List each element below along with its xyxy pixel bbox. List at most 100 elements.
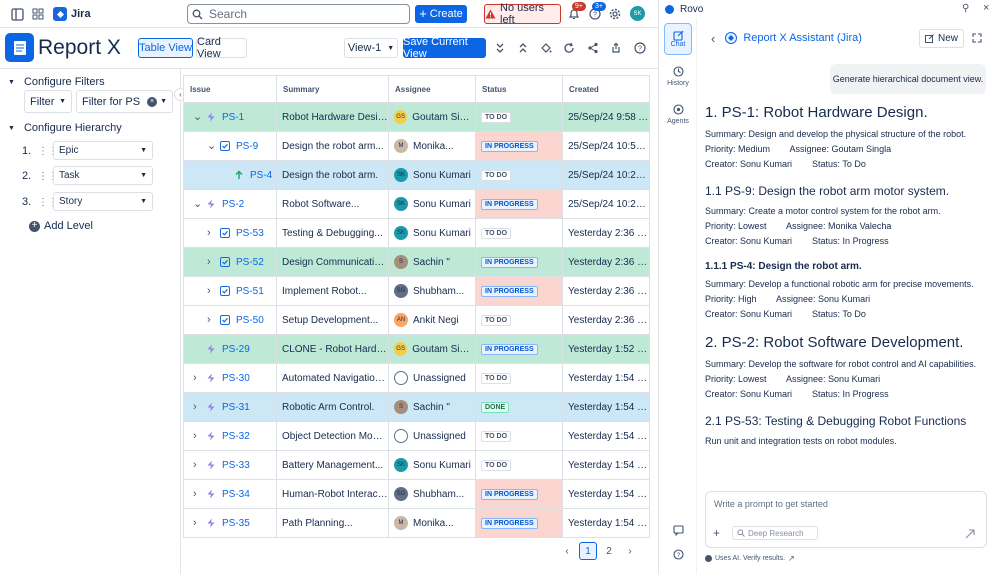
drag-handle-icon[interactable]: ⋮⋮ [38, 197, 58, 208]
summary-cell[interactable]: Design Communication... [276, 247, 389, 277]
help-question-icon[interactable]: ? [664, 549, 692, 560]
table-row[interactable]: › PS-50 Setup Development... AN Ankit Negi TO… [183, 305, 650, 335]
issue-key-link[interactable]: PS-9 [236, 141, 258, 152]
issue-key-link[interactable]: PS-51 [236, 286, 264, 297]
summary-cell[interactable]: CLONE - Robot Hardwar... [276, 334, 389, 364]
issue-key-link[interactable]: PS-29 [222, 344, 250, 355]
status-cell[interactable]: TO DO [475, 450, 563, 480]
issue-key-link[interactable]: PS-50 [236, 315, 264, 326]
chevron-right-icon[interactable]: › [207, 286, 217, 297]
assistant-name[interactable]: Report X Assistant (Jira) [743, 32, 862, 44]
table-row[interactable]: › PS-32 Object Detection Module Unassigned T… [183, 421, 650, 451]
prev-page-icon[interactable]: ‹ [558, 542, 576, 560]
summary-cell[interactable]: Robot Hardware Design. [276, 102, 389, 132]
summary-cell[interactable]: Robot Software... [276, 189, 389, 219]
summary-cell[interactable]: Setup Development... [276, 305, 389, 335]
share-icon[interactable] [585, 40, 601, 56]
create-button[interactable]: + Create [415, 5, 467, 23]
issue-key-link[interactable]: PS-33 [222, 460, 250, 471]
configure-filters-toggle[interactable]: ▼ Configure Filters [8, 76, 105, 88]
table-row[interactable]: › PS-52 Design Communication... S Sachin " IN… [183, 247, 650, 277]
drag-handle-icon[interactable]: ⋮⋮ [38, 146, 58, 157]
issue-key-link[interactable]: PS-53 [236, 228, 264, 239]
status-cell[interactable]: TO DO [475, 363, 563, 393]
assignee-cell[interactable]: SK Sonu Kumari [388, 218, 476, 248]
paint-bucket-icon[interactable] [538, 40, 554, 56]
table-row[interactable]: › PS-34 Human-Robot Interaction SG Shubham..… [183, 479, 650, 509]
issue-key-link[interactable]: PS-4 [250, 170, 272, 181]
export-icon[interactable] [608, 40, 624, 56]
help-circle-icon[interactable]: ? [632, 40, 648, 56]
user-avatar[interactable]: SK [630, 6, 645, 21]
search-box[interactable] [187, 4, 410, 24]
assignee-cell[interactable]: M Monika... [388, 508, 476, 538]
collapse-all-icon[interactable] [492, 40, 508, 56]
level-1-select[interactable]: Epic ▼ [53, 141, 153, 160]
assignee-cell[interactable]: S Sachin " [388, 392, 476, 422]
table-row[interactable]: › PS-53 Testing & Debugging... SK Sonu Kumar… [183, 218, 650, 248]
page-1-button[interactable]: 1 [579, 542, 597, 560]
chevron-down-icon[interactable]: ⌄ [193, 199, 203, 210]
status-cell[interactable]: TO DO [475, 305, 563, 335]
send-icon[interactable] [965, 529, 975, 539]
assignee-cell[interactable]: SG Shubham... [388, 479, 476, 509]
settings-gear-icon[interactable] [607, 6, 623, 22]
issue-key-link[interactable]: PS-52 [236, 257, 264, 268]
assignee-cell[interactable]: M Monika... [388, 131, 476, 161]
assignee-cell[interactable]: SK Sonu Kumari [388, 160, 476, 190]
summary-cell[interactable]: Design the robot arm... [276, 131, 389, 161]
table-row[interactable]: › PS-31 Robotic Arm Control. S Sachin " DONE Y… [183, 392, 650, 422]
summary-cell[interactable]: Robotic Arm Control. [276, 392, 389, 422]
summary-cell[interactable]: Battery Management... [276, 450, 389, 480]
new-chat-button[interactable]: New [919, 29, 964, 48]
column-header-status[interactable]: Status [475, 75, 563, 103]
issue-key-link[interactable]: PS-31 [222, 402, 250, 413]
table-row[interactable]: ⌄ PS-2 Robot Software... SK Sonu Kumari IN PR… [183, 189, 650, 219]
summary-cell[interactable]: Automated Navigation... [276, 363, 389, 393]
agents-nav-button[interactable]: Agents [664, 104, 692, 125]
clear-icon[interactable]: × [147, 96, 158, 107]
column-header-assignee[interactable]: Assignee [388, 75, 476, 103]
chevron-right-icon[interactable]: › [193, 431, 203, 442]
issue-key-link[interactable]: PS-32 [222, 431, 250, 442]
table-row[interactable]: › PS-35 Path Planning... M Monika... IN PROGR… [183, 508, 650, 538]
issue-key-link[interactable]: PS-1 [222, 112, 244, 123]
drag-handle-icon[interactable]: ⋮⋮ [38, 171, 58, 182]
chevron-right-icon[interactable]: › [193, 489, 203, 500]
jira-logo-icon[interactable] [53, 7, 67, 21]
save-current-view-button[interactable]: Save Current View [403, 36, 486, 60]
status-cell[interactable]: TO DO [475, 160, 563, 190]
assignee-cell[interactable]: GS Goutam Singla [388, 334, 476, 364]
status-cell[interactable]: IN PROGRESS [475, 189, 563, 219]
status-cell[interactable]: DONE [475, 392, 563, 422]
summary-cell[interactable]: Human-Robot Interaction [276, 479, 389, 509]
assignee-cell[interactable]: SG Shubham... [388, 276, 476, 306]
assignee-cell[interactable]: SK Sonu Kumari [388, 189, 476, 219]
status-cell[interactable]: IN PROGRESS [475, 247, 563, 277]
chevron-down-icon[interactable]: ⌄ [193, 112, 203, 123]
summary-cell[interactable]: Path Planning... [276, 508, 389, 538]
chevron-right-icon[interactable]: › [193, 402, 203, 413]
issue-key-link[interactable]: PS-2 [222, 199, 244, 210]
assignee-cell[interactable]: Unassigned [388, 421, 476, 451]
status-cell[interactable]: TO DO [475, 218, 563, 248]
feedback-icon[interactable] [664, 525, 692, 536]
chevron-right-icon[interactable]: › [193, 373, 203, 384]
assignee-cell[interactable]: GS Goutam Singla [388, 102, 476, 132]
status-cell[interactable]: IN PROGRESS [475, 131, 563, 161]
status-cell[interactable]: IN PROGRESS [475, 334, 563, 364]
table-row[interactable]: PS-4 Design the robot arm. SK Sonu Kumari TO… [183, 160, 650, 190]
deep-research-toggle[interactable]: Deep Research [732, 526, 818, 540]
table-row[interactable]: ⌄ PS-1 Robot Hardware Design. GS Goutam Sing… [183, 102, 650, 132]
summary-cell[interactable]: Object Detection Module [276, 421, 389, 451]
summary-cell[interactable]: Design the robot arm. [276, 160, 389, 190]
no-users-left-button[interactable]: No users left [484, 2, 561, 26]
pin-icon[interactable]: ⚲ [962, 3, 969, 14]
table-row[interactable]: ⌄ PS-9 Design the robot arm... M Monika... IN… [183, 131, 650, 161]
configure-hierarchy-toggle[interactable]: ▼ Configure Hierarchy [8, 122, 122, 134]
sidebar-toggle-icon[interactable] [9, 6, 25, 22]
table-row[interactable]: › PS-33 Battery Management... SK Sonu Kumari… [183, 450, 650, 480]
status-cell[interactable]: IN PROGRESS [475, 479, 563, 509]
status-cell[interactable]: TO DO [475, 102, 563, 132]
next-page-icon[interactable]: › [621, 542, 639, 560]
